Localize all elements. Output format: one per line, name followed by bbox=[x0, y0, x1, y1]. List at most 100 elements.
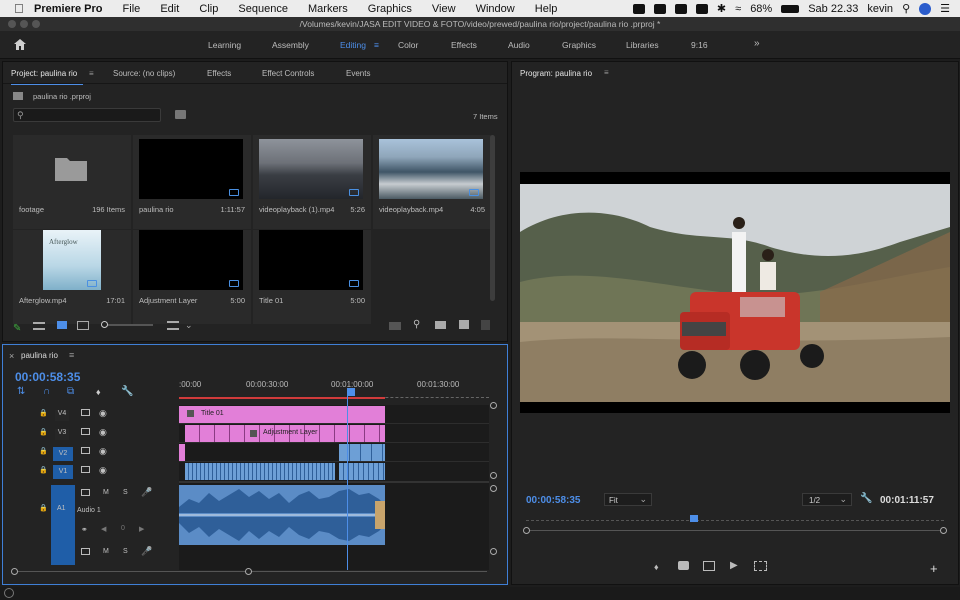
lock-icon[interactable]: 🔒 bbox=[39, 428, 48, 436]
add-marker-icon[interactable]: ♦ bbox=[96, 387, 101, 397]
workspace-editing[interactable]: Editing bbox=[340, 40, 366, 50]
menu-sequence[interactable]: Sequence bbox=[238, 3, 288, 15]
v1-video-clips[interactable] bbox=[185, 463, 335, 480]
menu-graphics[interactable]: Graphics bbox=[368, 3, 412, 15]
lock-icon[interactable]: 🔒 bbox=[39, 504, 48, 512]
tab-events[interactable]: Events bbox=[346, 69, 370, 78]
wrench-icon[interactable]: 🔧 bbox=[121, 386, 133, 397]
snap-icon[interactable]: ∩ bbox=[43, 386, 50, 397]
tab-effect-controls[interactable]: Effect Controls bbox=[262, 69, 314, 78]
item-videoplayback[interactable]: videoplayback.mp4 4:05 bbox=[373, 135, 491, 229]
user-name[interactable]: kevin bbox=[867, 3, 893, 15]
title-clip[interactable]: Title 01 bbox=[179, 406, 385, 423]
workspace-menu-icon[interactable]: ≡ bbox=[374, 40, 379, 50]
v2-video-clip[interactable] bbox=[339, 444, 385, 461]
export-frame-icon[interactable] bbox=[678, 561, 689, 570]
home-icon[interactable] bbox=[14, 39, 26, 50]
film-icon[interactable] bbox=[81, 548, 90, 555]
pencil-icon[interactable]: ✎ bbox=[13, 323, 21, 334]
panel-menu-icon[interactable]: ≡ bbox=[69, 350, 74, 360]
zoom-handle-left[interactable] bbox=[523, 527, 530, 534]
sort-icons-icon[interactable] bbox=[167, 321, 179, 330]
bin-footage[interactable]: footage 196 Items bbox=[13, 135, 131, 229]
item-title-01[interactable]: Title 01 5:00 bbox=[253, 230, 371, 324]
next-keyframe-icon[interactable]: ▶ bbox=[139, 525, 144, 533]
zoom-slider-handle[interactable] bbox=[101, 321, 108, 328]
workspace-graphics[interactable]: Graphics bbox=[562, 40, 596, 50]
icon-view-icon[interactable] bbox=[57, 321, 67, 329]
safe-margins-icon[interactable] bbox=[703, 561, 715, 571]
nest-icon[interactable]: ⇅ bbox=[17, 386, 25, 397]
workspace-learning[interactable]: Learning bbox=[208, 40, 241, 50]
menu-file[interactable]: File bbox=[123, 3, 141, 15]
tab-source[interactable]: Source: (no clips) bbox=[113, 69, 175, 78]
playhead-handle[interactable] bbox=[347, 388, 355, 396]
timeline-playhead[interactable] bbox=[347, 391, 348, 570]
film-icon[interactable] bbox=[81, 447, 90, 454]
battery-icon[interactable] bbox=[781, 4, 800, 13]
sequence-tab[interactable]: paulina rio bbox=[21, 351, 58, 360]
list-view-icon[interactable] bbox=[33, 322, 45, 330]
film-icon[interactable] bbox=[81, 428, 90, 435]
mute-button[interactable]: M bbox=[103, 548, 109, 555]
program-zoom-bar[interactable] bbox=[523, 527, 947, 534]
close-icon[interactable]: × bbox=[9, 351, 14, 361]
apple-icon[interactable]:  bbox=[14, 1, 28, 16]
a-scroll-handle[interactable] bbox=[490, 485, 497, 492]
sync-icon[interactable] bbox=[674, 3, 687, 14]
audio-clip[interactable] bbox=[179, 485, 385, 545]
workspace-effects[interactable]: Effects bbox=[451, 40, 477, 50]
wrench-icon[interactable]: 🔧 bbox=[860, 493, 872, 504]
lock-icon[interactable]: 🔒 bbox=[39, 409, 48, 417]
flag-icon[interactable] bbox=[653, 3, 666, 14]
horizontal-zoom-bar[interactable] bbox=[11, 568, 487, 575]
v-scroll-handle[interactable] bbox=[490, 472, 497, 479]
audio-target-strip[interactable]: A1 bbox=[51, 485, 75, 565]
close-window-icon[interactable] bbox=[8, 20, 16, 28]
workspace-assembly[interactable]: Assembly bbox=[272, 40, 309, 50]
eye-icon[interactable]: ◉ bbox=[99, 408, 107, 419]
item-videoplayback-1[interactable]: videoplayback (1).mp4 5:26 bbox=[253, 135, 371, 229]
menu-clip[interactable]: Clip bbox=[199, 3, 218, 15]
solo-button[interactable]: S bbox=[123, 489, 128, 496]
track-label-v3[interactable]: V3 bbox=[55, 429, 69, 440]
adjustment-clip[interactable]: Adjustment Layer bbox=[185, 425, 385, 442]
workspace-audio[interactable]: Audio bbox=[508, 40, 530, 50]
wifi-icon[interactable]: ≈ bbox=[735, 3, 741, 15]
more-workspaces-icon[interactable]: » bbox=[754, 38, 760, 49]
fit-select[interactable]: Fit ⌄ bbox=[604, 493, 652, 506]
button-editor-icon[interactable]: + bbox=[930, 561, 938, 576]
eye-icon[interactable]: ◉ bbox=[99, 427, 107, 438]
minimize-window-icon[interactable] bbox=[20, 20, 28, 28]
track-label-v1[interactable]: V1 bbox=[53, 465, 73, 479]
program-time-ruler[interactable] bbox=[526, 515, 944, 526]
program-video-frame[interactable] bbox=[520, 172, 950, 413]
status-icon[interactable] bbox=[4, 588, 14, 598]
menu-view[interactable]: View bbox=[432, 3, 456, 15]
program-timecode[interactable]: 00:00:58:35 bbox=[526, 495, 580, 506]
resolution-select[interactable]: 1/2 ⌄ bbox=[802, 493, 852, 506]
work-area-bar[interactable] bbox=[179, 397, 385, 399]
bluetooth-icon[interactable]: ✱ bbox=[717, 2, 726, 15]
previous-keyframe-icon[interactable]: ◀ bbox=[101, 525, 106, 533]
chat-icon[interactable] bbox=[632, 3, 645, 14]
a-scroll-handle[interactable] bbox=[490, 548, 497, 555]
v1-video-clips-end[interactable] bbox=[339, 463, 385, 480]
workspace-9-16[interactable]: 9:16 bbox=[691, 40, 708, 50]
eye-icon[interactable]: ◉ bbox=[99, 465, 107, 476]
film-icon[interactable] bbox=[81, 409, 90, 416]
comparison-view-icon[interactable] bbox=[754, 561, 767, 571]
siri-icon[interactable] bbox=[919, 2, 932, 15]
clear-icon[interactable] bbox=[481, 320, 490, 330]
workspace-libraries[interactable]: Libraries bbox=[626, 40, 659, 50]
menu-app[interactable]: Premiere Pro bbox=[34, 3, 102, 15]
film-icon[interactable] bbox=[81, 489, 90, 496]
chevron-down-icon[interactable]: ⌄ bbox=[185, 320, 193, 331]
menu-markers[interactable]: Markers bbox=[308, 3, 348, 15]
new-search-bin-icon[interactable] bbox=[175, 110, 186, 119]
zoom-slider[interactable] bbox=[101, 321, 153, 328]
item-afterglow[interactable]: Afterglow Afterglow.mp4 17:01 bbox=[13, 230, 131, 324]
track-label-v4[interactable]: V4 bbox=[55, 410, 69, 421]
track-area[interactable]: Title 01 Adjustment Layer bbox=[179, 391, 489, 570]
menu-edit[interactable]: Edit bbox=[160, 3, 179, 15]
